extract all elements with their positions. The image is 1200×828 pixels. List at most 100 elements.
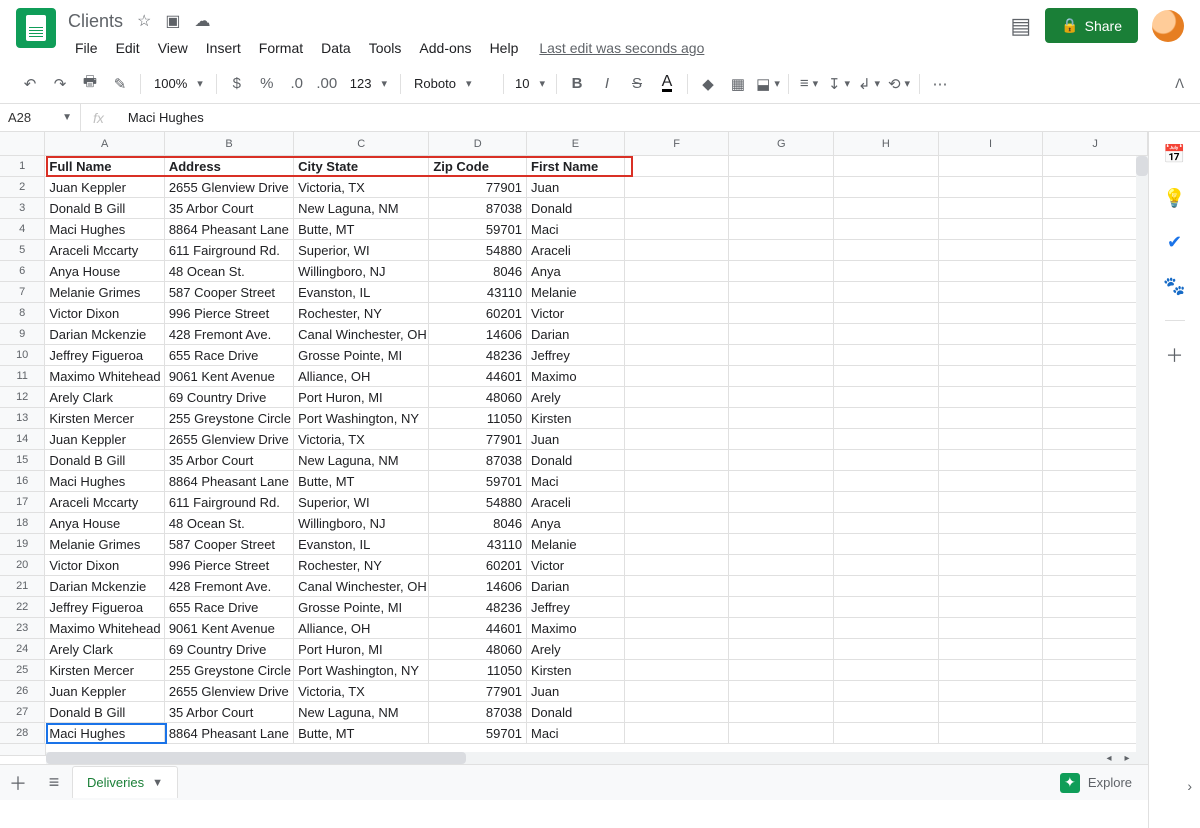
- col-header[interactable]: I: [939, 132, 1044, 155]
- cell[interactable]: 87038: [429, 702, 527, 723]
- spreadsheet-grid[interactable]: ABCDEFGHIJ 1Full NameAddressCity StateZi…: [0, 132, 1148, 764]
- select-all-corner[interactable]: [0, 132, 45, 155]
- cell[interactable]: [939, 198, 1044, 219]
- cell[interactable]: Donald B Gill: [45, 450, 164, 471]
- cell[interactable]: [939, 177, 1044, 198]
- cell[interactable]: Victor Dixon: [45, 555, 164, 576]
- cell[interactable]: [939, 156, 1044, 177]
- cell[interactable]: Zip Code: [429, 156, 527, 177]
- col-header[interactable]: B: [165, 132, 294, 155]
- cell[interactable]: 8864 Pheasant Lane: [165, 723, 294, 744]
- cell[interactable]: [939, 513, 1044, 534]
- cell[interactable]: 655 Race Drive: [165, 597, 294, 618]
- cell[interactable]: [1043, 282, 1148, 303]
- row-header[interactable]: 2: [0, 177, 45, 198]
- cell[interactable]: Maci Hughes: [45, 219, 164, 240]
- row-header[interactable]: 20: [0, 555, 45, 576]
- cell[interactable]: Melanie: [527, 282, 625, 303]
- cell[interactable]: 60201: [429, 303, 527, 324]
- cell[interactable]: [939, 240, 1044, 261]
- cell[interactable]: [939, 660, 1044, 681]
- borders-icon[interactable]: ▦: [724, 70, 752, 98]
- row-header[interactable]: 11: [0, 366, 45, 387]
- cell[interactable]: [729, 597, 834, 618]
- cell[interactable]: [939, 324, 1044, 345]
- cell[interactable]: 8864 Pheasant Lane: [165, 471, 294, 492]
- cell[interactable]: [729, 702, 834, 723]
- cell[interactable]: [625, 219, 730, 240]
- cell[interactable]: 87038: [429, 450, 527, 471]
- row-header[interactable]: 16: [0, 471, 45, 492]
- cell[interactable]: 59701: [429, 219, 527, 240]
- cell[interactable]: [729, 345, 834, 366]
- tasks-icon[interactable]: ✔: [1165, 232, 1185, 252]
- cell[interactable]: Kirsten: [527, 660, 625, 681]
- cell[interactable]: 428 Fremont Ave.: [165, 576, 294, 597]
- cell[interactable]: [1043, 345, 1148, 366]
- cell[interactable]: [834, 513, 939, 534]
- add-icon[interactable]: ＋: [1165, 345, 1185, 365]
- cell[interactable]: [625, 387, 730, 408]
- cell[interactable]: [939, 282, 1044, 303]
- cell[interactable]: [939, 471, 1044, 492]
- undo-icon[interactable]: ↶: [16, 70, 44, 98]
- cell[interactable]: [729, 471, 834, 492]
- cell[interactable]: [729, 576, 834, 597]
- cell[interactable]: [1043, 198, 1148, 219]
- col-header[interactable]: F: [625, 132, 730, 155]
- cell[interactable]: Maximo: [527, 618, 625, 639]
- bold-icon[interactable]: B: [563, 70, 591, 98]
- cell[interactable]: [729, 156, 834, 177]
- cell[interactable]: [729, 660, 834, 681]
- cell[interactable]: [834, 702, 939, 723]
- cell[interactable]: [939, 639, 1044, 660]
- cell[interactable]: [625, 534, 730, 555]
- cell[interactable]: Anya: [527, 513, 625, 534]
- cell[interactable]: [1043, 450, 1148, 471]
- cell[interactable]: Butte, MT: [294, 471, 429, 492]
- cell[interactable]: [939, 555, 1044, 576]
- cell[interactable]: Donald: [527, 450, 625, 471]
- col-header[interactable]: J: [1043, 132, 1148, 155]
- cell[interactable]: [834, 366, 939, 387]
- cell[interactable]: Arely: [527, 639, 625, 660]
- col-header[interactable]: A: [45, 132, 164, 155]
- cell[interactable]: 655 Race Drive: [165, 345, 294, 366]
- cell[interactable]: Donald: [527, 702, 625, 723]
- cell[interactable]: [1043, 534, 1148, 555]
- cell[interactable]: 59701: [429, 723, 527, 744]
- cell[interactable]: [729, 177, 834, 198]
- row-header[interactable]: 27: [0, 702, 45, 723]
- cell[interactable]: First Name: [527, 156, 625, 177]
- cell[interactable]: [625, 156, 730, 177]
- cell[interactable]: 587 Cooper Street: [165, 282, 294, 303]
- fontsize-select[interactable]: 10: [510, 72, 550, 96]
- cell[interactable]: Maci Hughes: [45, 723, 164, 744]
- cell[interactable]: Rochester, NY: [294, 303, 429, 324]
- cell[interactable]: [939, 576, 1044, 597]
- merge-icon[interactable]: ⬓: [754, 70, 782, 98]
- cell[interactable]: Darian: [527, 576, 625, 597]
- cell[interactable]: Maximo Whitehead: [45, 366, 164, 387]
- cell[interactable]: Rochester, NY: [294, 555, 429, 576]
- share-button[interactable]: 🔒Share: [1045, 8, 1138, 43]
- cell[interactable]: [834, 660, 939, 681]
- cell[interactable]: Jeffrey Figueroa: [45, 345, 164, 366]
- print-icon[interactable]: 🖶: [76, 70, 104, 98]
- cell[interactable]: Jeffrey: [527, 597, 625, 618]
- cell[interactable]: [625, 618, 730, 639]
- cell[interactable]: [1043, 156, 1148, 177]
- cell[interactable]: [834, 324, 939, 345]
- avatar[interactable]: [1152, 10, 1184, 42]
- cell[interactable]: [1043, 513, 1148, 534]
- star-icon[interactable]: ☆: [137, 11, 151, 31]
- cell[interactable]: [939, 597, 1044, 618]
- cell[interactable]: Darian Mckenzie: [45, 576, 164, 597]
- cell[interactable]: 2655 Glenview Drive: [165, 429, 294, 450]
- cell[interactable]: [625, 261, 730, 282]
- cell[interactable]: 8046: [429, 261, 527, 282]
- cell[interactable]: [1043, 219, 1148, 240]
- menu-file[interactable]: File: [68, 36, 105, 60]
- italic-icon[interactable]: I: [593, 70, 621, 98]
- row-header[interactable]: 23: [0, 618, 45, 639]
